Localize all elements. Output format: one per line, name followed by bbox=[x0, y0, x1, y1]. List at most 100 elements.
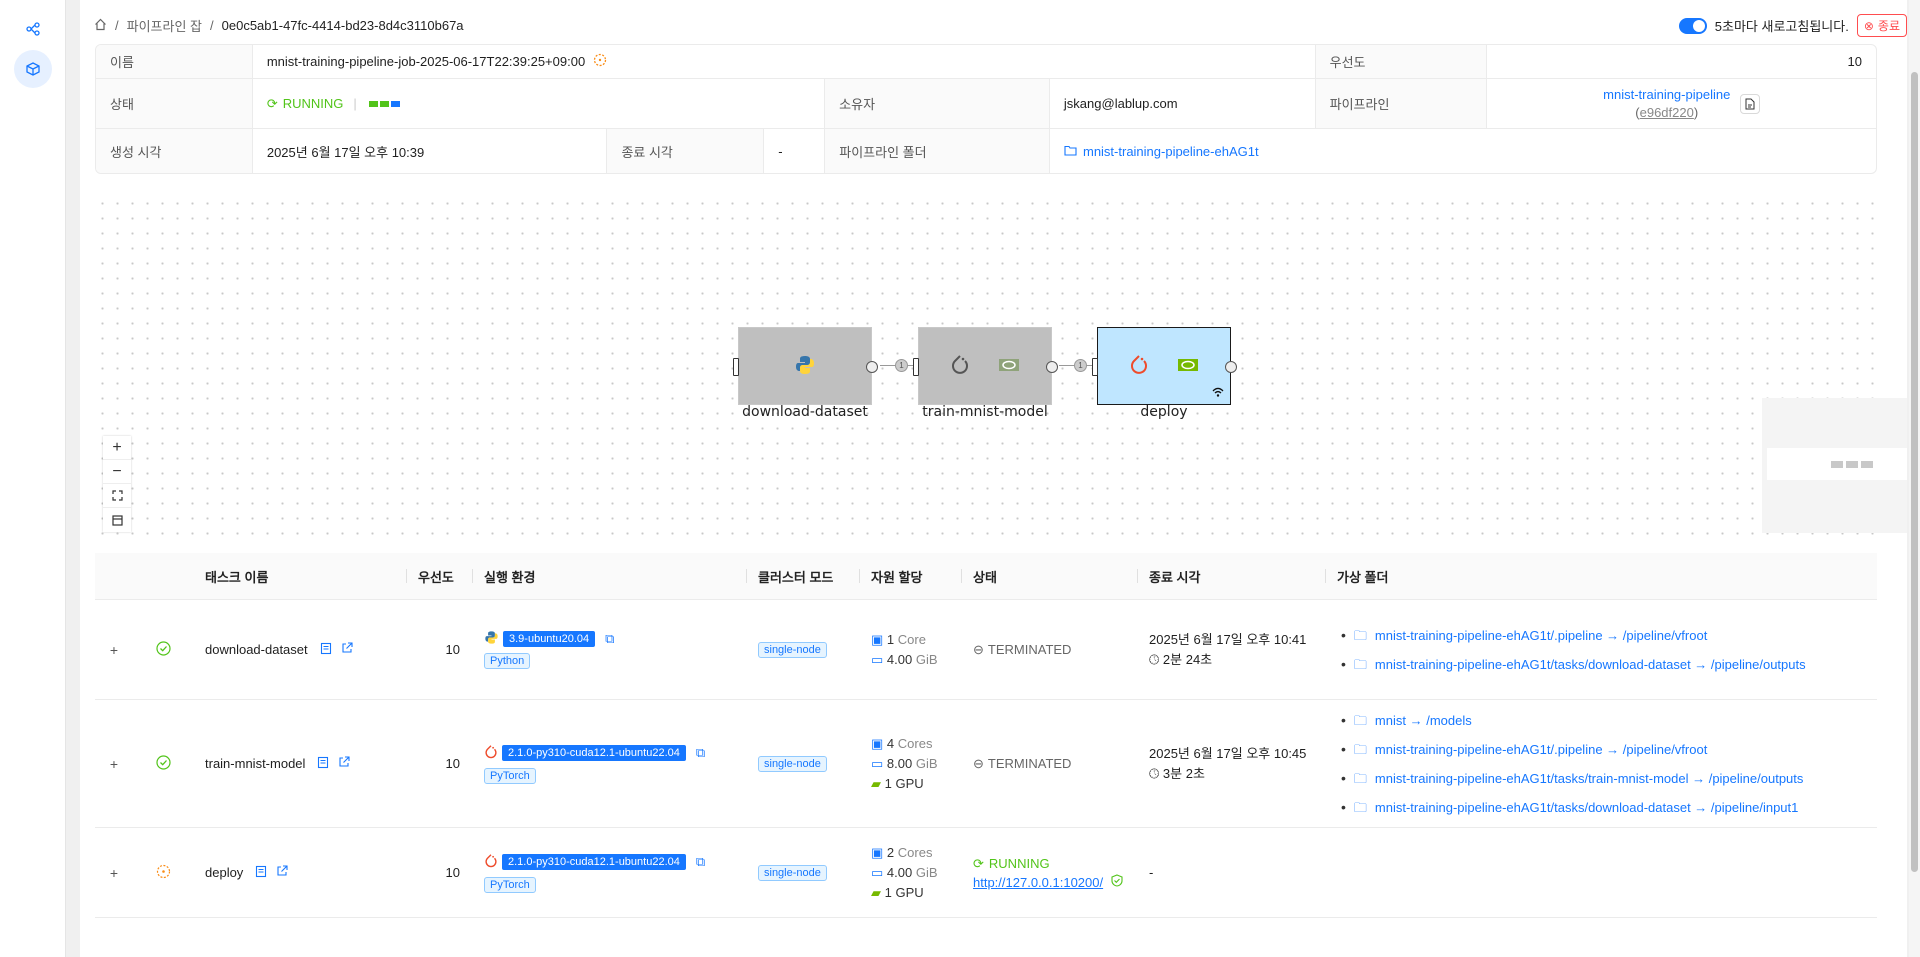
endpoint-link[interactable]: http://127.0.0.1:10200/ bbox=[973, 873, 1103, 892]
task-status: TERMINATED bbox=[987, 642, 1072, 657]
graph-minimap[interactable] bbox=[1762, 398, 1907, 533]
pytorch-icon bbox=[484, 853, 498, 872]
node-output-handle[interactable] bbox=[866, 361, 878, 373]
task-name: deploy bbox=[205, 865, 244, 880]
sidebar-pipelines-icon[interactable] bbox=[14, 10, 52, 48]
expand-row-icon[interactable]: + bbox=[107, 756, 121, 772]
created-label: 생성 시각 bbox=[96, 129, 253, 173]
sidebar-pipeline-jobs-icon[interactable] bbox=[14, 50, 52, 88]
folder-icon: 🗀︎ bbox=[1353, 656, 1367, 672]
minimap-viewport[interactable] bbox=[1767, 448, 1907, 480]
copy-icon[interactable]: ⧉ bbox=[696, 854, 705, 870]
details-row: 상태 ⟳ RUNNING | 소유자 jskang@lablup.com 파이프… bbox=[96, 79, 1876, 129]
task-status: RUNNING bbox=[988, 855, 1050, 871]
vfolder-mount-text: mnist-training-pipeline-ehAG1t/tasks/dow… bbox=[1374, 799, 1799, 815]
vfolder-mount[interactable]: 🗀︎ mnist-training-pipeline-ehAG1t/tasks/t… bbox=[1337, 764, 1875, 793]
ended-label: 종료 시각 bbox=[607, 129, 765, 173]
check-circle-icon bbox=[156, 754, 171, 773]
task-name: train-mnist-model bbox=[205, 756, 306, 771]
node-output-handle[interactable] bbox=[1225, 361, 1237, 373]
external-link-icon[interactable] bbox=[338, 756, 350, 771]
owner-value: jskang@lablup.com bbox=[1050, 79, 1316, 128]
running-icon bbox=[593, 53, 607, 70]
fit-view-icon[interactable] bbox=[103, 484, 131, 508]
breadcrumb-current: 0e0c5ab1-47fc-4414-bd23-8d4c3110b67a bbox=[221, 18, 464, 33]
auto-refresh-toggle[interactable] bbox=[1678, 17, 1707, 34]
vfolder-mount[interactable]: 🗀︎ mnist-training-pipeline-ehAG1t/tasks/d… bbox=[1337, 650, 1875, 679]
table-row: + train-mnist-model 10 2.1.0-py310-cuda1… bbox=[95, 700, 1877, 828]
gpu-icon: ▰ bbox=[871, 884, 881, 900]
expand-row-icon[interactable]: + bbox=[107, 642, 121, 658]
gpu-value: 1 bbox=[884, 884, 892, 900]
end-job-button[interactable]: ⊗ 종료 bbox=[1856, 14, 1907, 37]
edge-badge: 1 bbox=[1074, 359, 1087, 372]
table-header: 태스크 이름 우선도 실행 환경 클러스터 모드 자원 할당 상태 종료 시각 … bbox=[95, 553, 1877, 600]
node-input-handle[interactable] bbox=[733, 358, 739, 376]
graph-node-train-mnist-model[interactable] bbox=[913, 327, 1058, 405]
task-end-time: - bbox=[1149, 865, 1154, 880]
memory-unit: GiB bbox=[915, 651, 938, 667]
task-duration: 3분 2초 bbox=[1162, 765, 1205, 781]
pipeline-commit-link[interactable]: e96df220 bbox=[1640, 105, 1694, 120]
job-details: 이름 mnist-training-pipeline-job-2025-06-1… bbox=[95, 44, 1877, 174]
task-name: download-dataset bbox=[205, 642, 308, 657]
minus-circle-icon: ⊖ bbox=[973, 755, 984, 771]
end-job-label: 종료 bbox=[1877, 19, 1900, 33]
session-log-icon[interactable] bbox=[317, 756, 330, 772]
col-name: 태스크 이름 bbox=[205, 569, 269, 585]
pipeline-folder-link[interactable]: mnist-training-pipeline-ehAG1t bbox=[1083, 144, 1259, 159]
pipeline-link[interactable]: mnist-training-pipeline bbox=[1603, 87, 1730, 102]
col-end-time: 종료 시각 bbox=[1137, 567, 1325, 586]
running-icon bbox=[156, 864, 171, 882]
graph-node-download-dataset[interactable] bbox=[733, 327, 878, 405]
sync-icon: ⟳ bbox=[266, 95, 278, 111]
name-value: mnist-training-pipeline-job-2025-06-17T2… bbox=[253, 45, 1316, 78]
task-table: 태스크 이름 우선도 실행 환경 클러스터 모드 자원 할당 상태 종료 시각 … bbox=[95, 553, 1877, 918]
vfolder-mount-text: mnist-training-pipeline-ehAG1t/tasks/tra… bbox=[1374, 770, 1804, 786]
vfolder-mount[interactable]: 🗀︎ mnist → /models bbox=[1337, 706, 1875, 735]
memory-icon: ▭ bbox=[871, 651, 884, 667]
pipeline-yaml-button[interactable] bbox=[1740, 93, 1761, 114]
zoom-out-icon[interactable]: − bbox=[103, 460, 131, 484]
copy-icon[interactable]: ⧉ bbox=[605, 631, 614, 647]
vfolder-mount[interactable]: 🗀︎ mnist-training-pipeline-ehAG1t/.pipeli… bbox=[1337, 735, 1875, 764]
auto-refresh: 5초마다 새로고침됩니다. ⊗ 종료 bbox=[1678, 14, 1907, 37]
external-link-icon[interactable] bbox=[276, 865, 288, 880]
vertical-scrollbar[interactable] bbox=[1909, 0, 1920, 957]
session-log-icon[interactable] bbox=[320, 642, 333, 658]
folder-label: 파이프라인 폴더 bbox=[825, 129, 1050, 173]
node-input-handle[interactable] bbox=[913, 358, 919, 376]
pipeline-value: mnist-training-pipeline (e96df220) bbox=[1487, 79, 1876, 128]
breadcrumb-parent[interactable]: 파이프라인 잡 bbox=[127, 16, 202, 35]
node-input-handle[interactable] bbox=[1092, 358, 1098, 376]
col-cluster: 클러스터 모드 bbox=[746, 567, 859, 586]
minus-circle-icon: ⊖ bbox=[973, 641, 984, 657]
status-label: 상태 bbox=[96, 79, 253, 128]
memory-icon: ▭ bbox=[871, 755, 884, 771]
col-vfolders: 가상 폴더 bbox=[1325, 567, 1875, 586]
cpu-icon: ▣ bbox=[871, 631, 884, 647]
details-row: 생성 시각 2025년 6월 17일 오후 10:39 종료 시각 - 파이프라… bbox=[96, 129, 1876, 173]
col-priority: 우선도 bbox=[406, 567, 472, 586]
job-name: mnist-training-pipeline-job-2025-06-17T2… bbox=[266, 54, 586, 69]
toggle-interactivity-icon[interactable] bbox=[103, 508, 131, 532]
copy-icon[interactable]: ⧉ bbox=[696, 745, 705, 761]
created-value: 2025년 6월 17일 오후 10:39 bbox=[253, 129, 608, 173]
image-tag: 3.9-ubuntu20.04 bbox=[503, 631, 596, 647]
memory-value: 4.00 bbox=[886, 864, 913, 880]
scrollbar-thumb[interactable] bbox=[1911, 72, 1918, 872]
vfolder-mount[interactable]: 🗀︎ mnist-training-pipeline-ehAG1t/.pipeli… bbox=[1337, 621, 1875, 650]
graph-node-label: download-dataset bbox=[742, 404, 868, 420]
close-circle-icon: ⊗ bbox=[1863, 18, 1874, 33]
external-link-icon[interactable] bbox=[341, 642, 353, 657]
vfolder-mount-text: mnist → /models bbox=[1374, 712, 1472, 728]
task-end-time: 2025년 6월 17일 오후 10:41 bbox=[1149, 631, 1307, 647]
zoom-in-icon[interactable]: + bbox=[103, 436, 131, 460]
folder-icon bbox=[1064, 144, 1077, 159]
home-icon[interactable] bbox=[94, 18, 107, 34]
node-output-handle[interactable] bbox=[1046, 361, 1058, 373]
expand-row-icon[interactable]: + bbox=[107, 865, 121, 881]
session-log-icon[interactable] bbox=[255, 865, 268, 881]
vfolder-mount[interactable]: 🗀︎ mnist-training-pipeline-ehAG1t/tasks/d… bbox=[1337, 793, 1875, 822]
graph-node-deploy[interactable] bbox=[1092, 327, 1237, 405]
